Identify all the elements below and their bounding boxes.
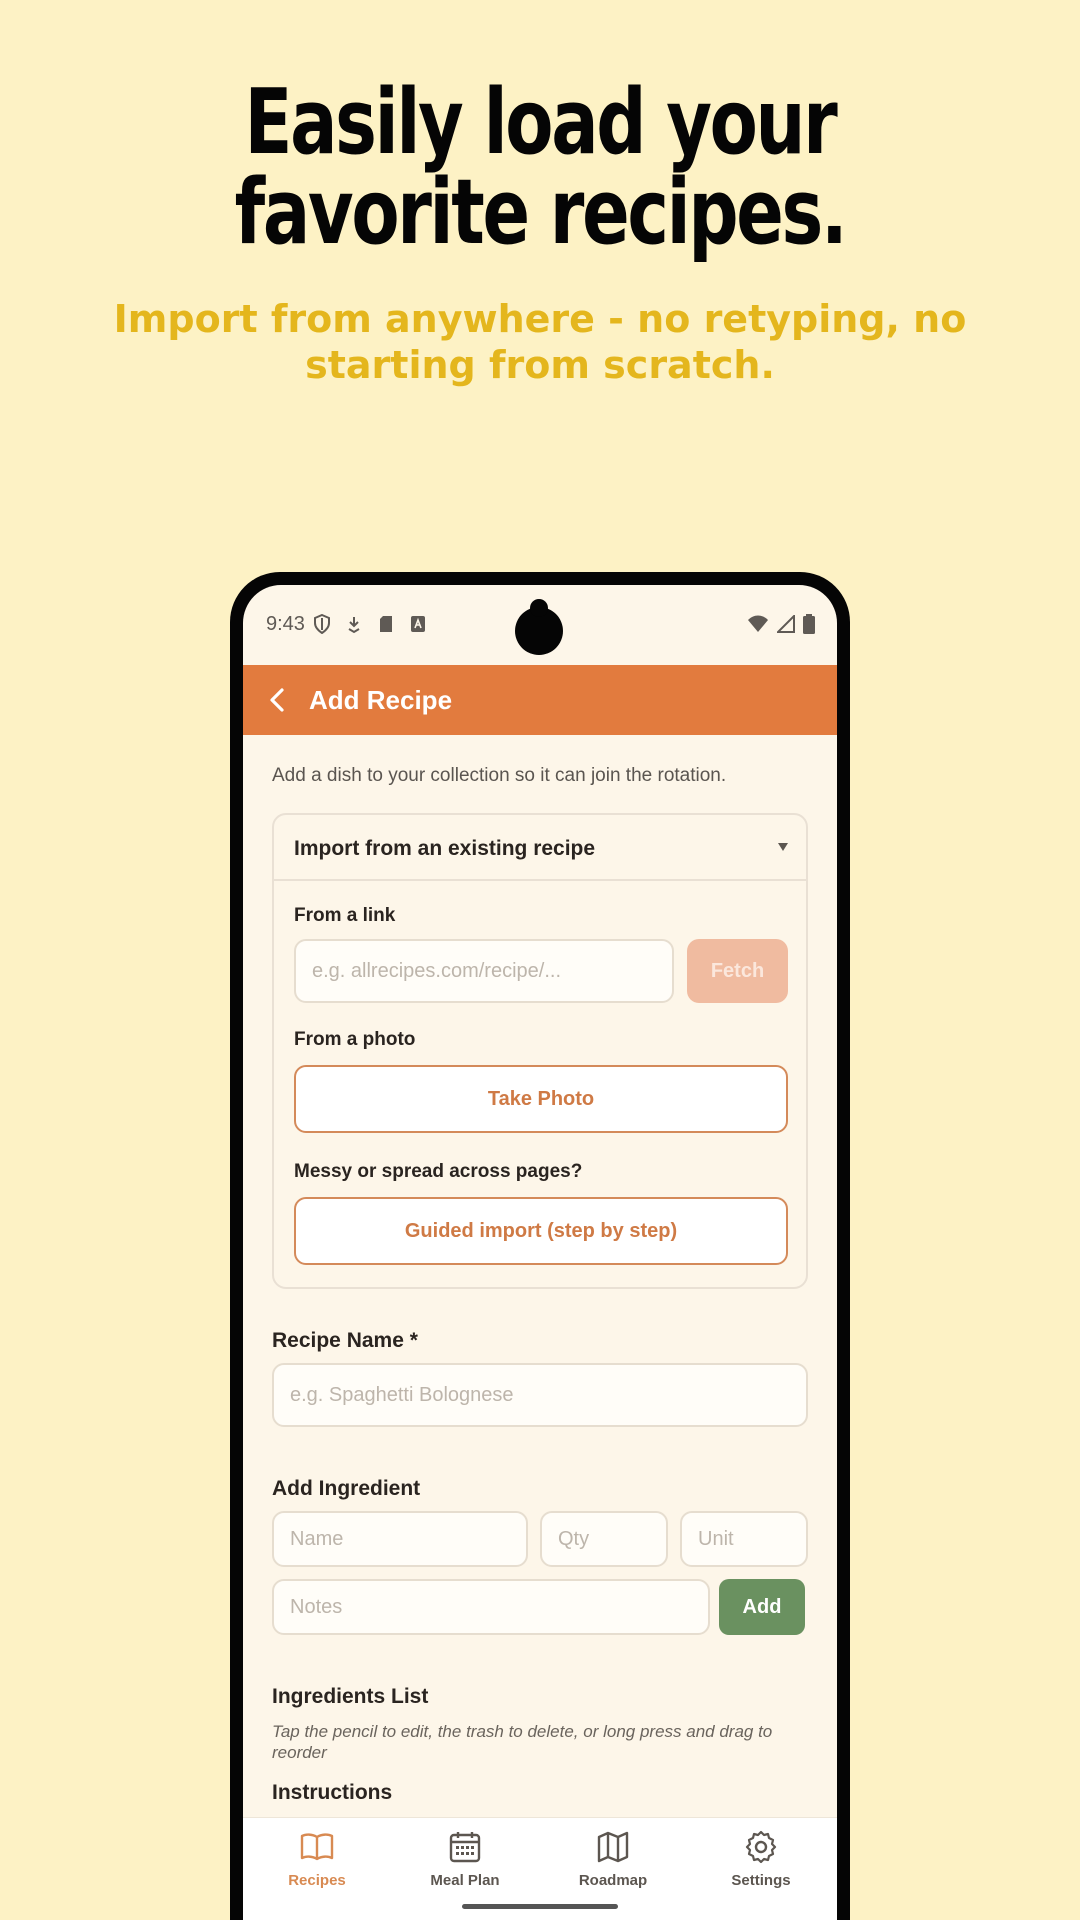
status-icons-left	[313, 614, 427, 634]
status-bar: 9:43	[243, 585, 837, 665]
app-bar: Add Recipe	[243, 665, 837, 735]
download-icon	[348, 617, 360, 634]
nav-item-recipes[interactable]: Recipes	[243, 1828, 391, 1889]
phone-screen: 9:43 Add Recipe Add a dish to your colle…	[243, 585, 837, 1920]
signal-icon	[777, 615, 795, 633]
recipe-link-input[interactable]: e.g. allrecipes.com/recipe/...	[294, 939, 674, 1003]
nav-label-recipes: Recipes	[288, 1872, 346, 1889]
nav-label-roadmap: Roadmap	[578, 1872, 648, 1889]
add-ingredient-button[interactable]: Add	[719, 1579, 805, 1635]
nav-item-roadmap[interactable]: Roadmap	[539, 1828, 687, 1889]
recipe-name-input[interactable]: e.g. Spaghetti Bolognese	[272, 1363, 808, 1427]
status-icons-right	[747, 614, 815, 634]
gear-icon	[745, 1830, 777, 1864]
sd-card-icon	[380, 616, 392, 632]
battery-icon	[803, 614, 815, 634]
nav-label-meal-plan: Meal Plan	[430, 1872, 500, 1889]
status-time: 9:43	[266, 613, 305, 635]
ingredient-unit-input[interactable]: Unit	[680, 1511, 808, 1567]
promo-subline: Import from anywhere - no retyping, no s…	[113, 297, 967, 387]
front-camera	[515, 599, 563, 655]
map-icon	[597, 1831, 629, 1863]
wifi-icon	[748, 615, 768, 632]
fetch-button[interactable]: Fetch	[687, 939, 788, 1003]
instructions-title: Instructions	[272, 1781, 393, 1804]
promo-headline: Easily load your favorite recipes.	[234, 70, 848, 265]
dropdown-arrow-icon[interactable]	[778, 843, 788, 851]
ingredient-name-input[interactable]: Name	[272, 1511, 528, 1567]
calendar-icon	[449, 1832, 481, 1863]
photo-label: From a photo	[294, 1029, 416, 1050]
link-label: From a link	[294, 905, 396, 926]
guided-import-button[interactable]: Guided import (step by step)	[294, 1197, 788, 1265]
nav-item-settings[interactable]: Settings	[687, 1828, 835, 1889]
add-ingredient-label: Add Ingredient	[272, 1477, 421, 1500]
recipe-name-label: Recipe Name *	[272, 1329, 418, 1352]
home-indicator[interactable]	[462, 1904, 618, 1909]
ingredients-list-hint: Tap the pencil to edit, the trash to del…	[272, 1722, 773, 1762]
phone-frame: 9:43 Add Recipe Add a dish to your colle…	[230, 572, 850, 1920]
open-book-icon	[300, 1833, 334, 1861]
ingredient-qty-input[interactable]: Qty	[540, 1511, 668, 1567]
nav-item-meal-plan[interactable]: Meal Plan	[391, 1828, 539, 1889]
import-title: Import from an existing recipe	[294, 837, 596, 860]
import-card: Import from an existing recipe From a li…	[272, 813, 808, 1289]
nav-label-settings: Settings	[731, 1872, 791, 1889]
intro-text: Add a dish to your collection so it can …	[272, 765, 727, 786]
ingredient-notes-input[interactable]: Notes	[272, 1579, 710, 1635]
import-dropdown-header[interactable]: Import from an existing recipe	[274, 815, 806, 881]
take-photo-button[interactable]: Take Photo	[294, 1065, 788, 1133]
font-a-icon	[411, 616, 425, 632]
ingredients-list-title: Ingredients List	[272, 1685, 429, 1708]
page-title: Add Recipe	[309, 685, 453, 715]
guided-label: Messy or spread across pages?	[294, 1161, 583, 1182]
shield-icon	[314, 614, 330, 634]
chevron-left-icon[interactable]	[265, 687, 291, 713]
